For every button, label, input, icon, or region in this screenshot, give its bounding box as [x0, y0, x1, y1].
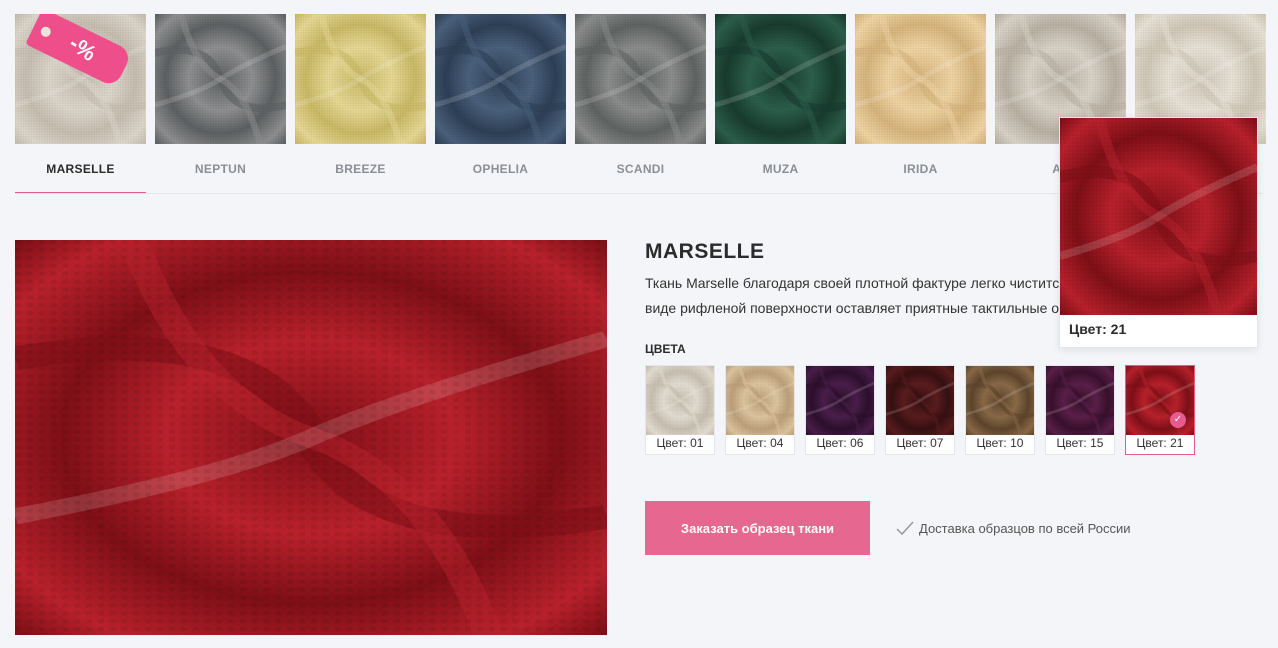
main-fabric-image: [15, 240, 607, 635]
tab-label: BREEZE: [335, 162, 386, 176]
tab-thumbnail: [155, 14, 286, 144]
tab-thumbnail: [295, 14, 426, 144]
color-swatches: Цвет: 01 Цвет: 04 Цвет: 06 Цвет: 07 Цвет…: [645, 365, 1195, 455]
swatch-label: Цвет: 15: [1056, 436, 1104, 450]
tab-label: OPHELIA: [472, 162, 529, 176]
tab-thumbnail: [435, 14, 566, 144]
color-swatch[interactable]: Цвет: 10: [965, 365, 1035, 455]
swatch-image: [966, 366, 1034, 435]
swatch-image: [1046, 366, 1114, 435]
color-swatch[interactable]: Цвет: 06: [805, 365, 875, 455]
sale-badge-text: -%: [64, 30, 101, 67]
swatch-label: Цвет: 01: [656, 436, 704, 450]
description-line-1: Ткань Marselle благодаря своей плотной ф…: [645, 275, 1107, 291]
swatch-image: [806, 366, 874, 435]
tab-marselle[interactable]: -% MARSELLE: [15, 14, 146, 194]
tab-label: MARSELLE: [46, 162, 115, 176]
check-icon: [896, 521, 914, 536]
swatch-label: Цвет: 04: [736, 436, 784, 450]
tab-scandi[interactable]: SCANDI: [575, 14, 706, 194]
delivery-text: Доставка образцов по всей России: [919, 520, 1131, 536]
description-line-2: виде рифленой поверхности оставляет прия…: [645, 300, 1105, 316]
tab-label: IRIDA: [903, 162, 938, 176]
tab-thumbnail: [715, 14, 846, 144]
tab-thumbnail: [855, 14, 986, 144]
product-title: MARSELLE: [645, 240, 765, 263]
color-swatch[interactable]: Цвет: 15: [1045, 365, 1115, 455]
tab-breeze[interactable]: BREEZE: [295, 14, 426, 194]
tab-label: MUZA: [762, 162, 799, 176]
tab-thumbnail: [575, 14, 706, 144]
color-swatch[interactable]: Цвет: 01: [645, 365, 715, 455]
popup-fabric-image: [1060, 118, 1257, 315]
order-sample-button[interactable]: Заказать образец ткани: [645, 501, 870, 555]
selected-check-icon: ✓: [1170, 412, 1186, 428]
swatch-label: Цвет: 07: [896, 436, 944, 450]
tab-label: NEPTUN: [194, 162, 247, 176]
tab-label: SCANDI: [616, 162, 665, 176]
tab-muza[interactable]: MUZA: [715, 14, 846, 194]
popup-color-label: Цвет: 21: [1069, 321, 1127, 337]
delivery-note: Доставка образцов по всей России: [895, 518, 1131, 538]
tab-neptun[interactable]: NEPTUN: [155, 14, 286, 194]
tab-ophelia[interactable]: OPHELIA: [435, 14, 566, 194]
color-swatch[interactable]: ✓ Цвет: 21: [1125, 365, 1195, 455]
colors-heading: ЦВЕТА: [645, 342, 686, 356]
swatch-label: Цвет: 21: [1136, 436, 1184, 450]
color-preview-popup: Цвет: 21: [1059, 117, 1258, 348]
swatch-image: [726, 366, 794, 435]
swatch-label: Цвет: 06: [816, 436, 864, 450]
tab-irida[interactable]: IRIDA: [855, 14, 986, 194]
product-description: Ткань Marselle благодаря своей плотной ф…: [645, 271, 1115, 321]
swatch-image: [886, 366, 954, 435]
swatch-image: [646, 366, 714, 435]
tab-thumbnail: -%: [15, 14, 146, 144]
swatch-label: Цвет: 10: [976, 436, 1024, 450]
color-swatch[interactable]: Цвет: 07: [885, 365, 955, 455]
color-swatch[interactable]: Цвет: 04: [725, 365, 795, 455]
fabric-page: -% MARSELLE NEPTUN BREEZE OPHELIA SCANDI…: [0, 0, 1278, 648]
